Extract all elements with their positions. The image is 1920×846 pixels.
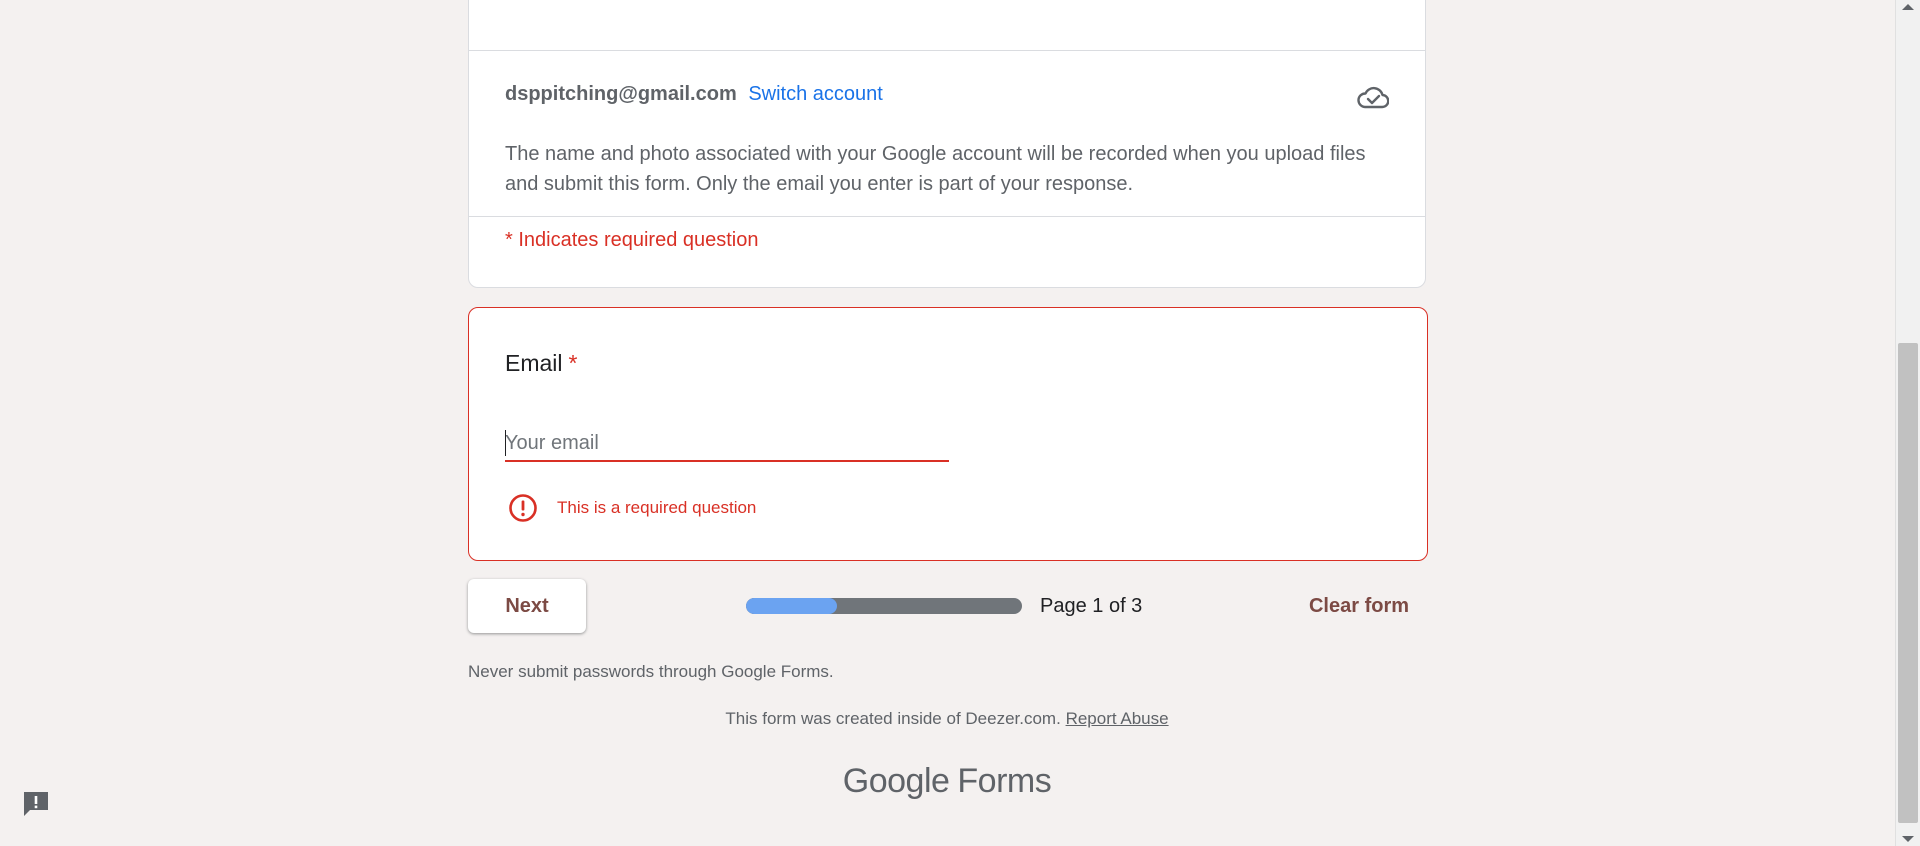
account-row: dsppitching@gmail.com Switch account <box>505 82 883 106</box>
divider <box>469 50 1425 51</box>
clear-form-button[interactable]: Clear form <box>1296 580 1422 632</box>
created-text: This form was created inside of Deezer.c… <box>725 709 1061 728</box>
divider <box>469 216 1425 217</box>
error-row: This is a required question <box>507 492 756 524</box>
report-abuse-link[interactable]: Report Abuse <box>1066 709 1169 728</box>
feedback-icon[interactable] <box>20 788 52 820</box>
account-note: The name and photo associated with your … <box>505 143 1366 195</box>
required-asterisk: * <box>568 350 578 376</box>
footer-text: This form was created inside of Deezer.c… <box>468 708 1426 730</box>
form-header-card: dsppitching@gmail.com Switch account The… <box>468 0 1426 288</box>
question-title: Email * <box>505 348 577 378</box>
password-warning: Never submit passwords through Google Fo… <box>468 662 834 681</box>
email-input[interactable] <box>505 426 949 462</box>
input-focus-underline <box>659 460 795 462</box>
scroll-up-arrow-icon[interactable] <box>1902 4 1914 10</box>
scroll-thumb[interactable] <box>1898 343 1918 823</box>
progress-bar <box>746 598 1022 614</box>
account-email: dsppitching@gmail.com <box>505 83 737 105</box>
switch-account-link[interactable]: Switch account <box>748 83 883 105</box>
page: dsppitching@gmail.com Switch account The… <box>0 0 1920 846</box>
cloud-check-icon <box>1357 86 1389 109</box>
error-message: This is a required question <box>557 498 757 517</box>
text-caret <box>505 430 506 456</box>
email-question-card: Email* This is a required question <box>468 307 1428 561</box>
error-icon <box>509 494 537 522</box>
scrollbar[interactable] <box>1895 0 1920 846</box>
page-indicator: Page 1 of 3 <box>1040 595 1143 617</box>
scroll-down-arrow-icon[interactable] <box>1902 836 1914 842</box>
progress-fill <box>746 598 838 614</box>
question-title-text: Email <box>505 350 563 376</box>
logo-brand: Google <box>842 762 950 800</box>
logo-product: Forms <box>957 762 1052 800</box>
google-forms-logo[interactable]: Google Forms <box>468 760 1426 802</box>
next-button[interactable]: Next <box>468 579 586 633</box>
required-note: * Indicates required question <box>505 229 759 251</box>
